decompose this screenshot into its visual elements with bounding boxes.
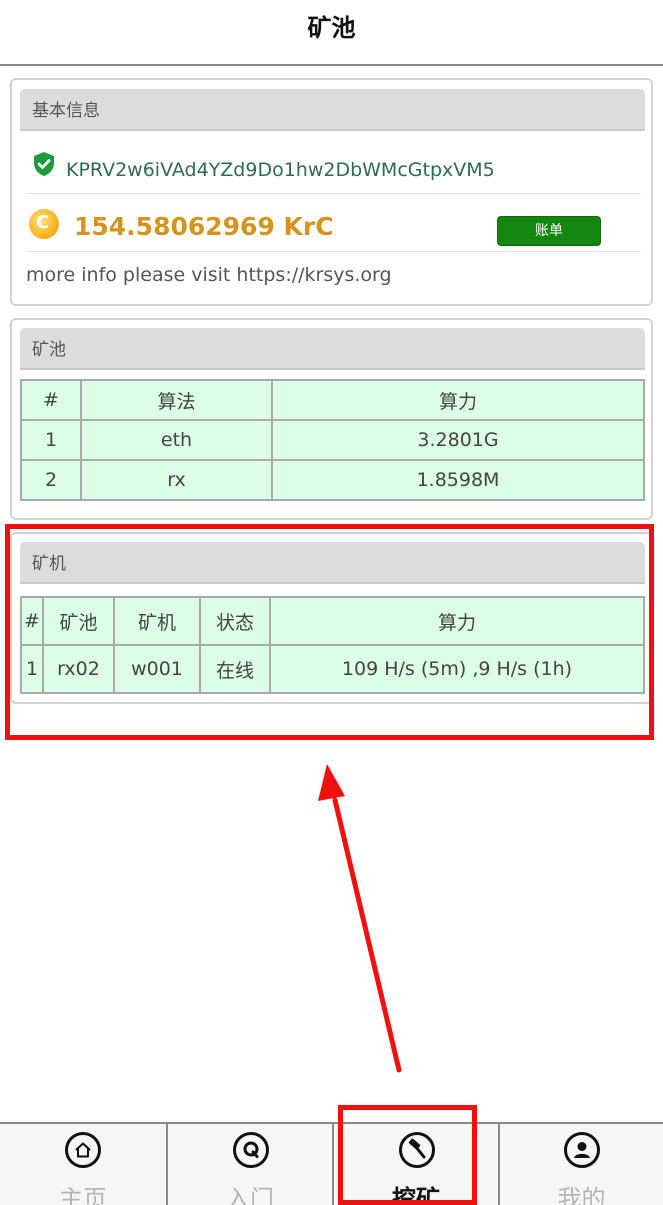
- tab-intro-label: 入门: [226, 1185, 274, 1205]
- tab-home-label: 主页: [59, 1185, 107, 1205]
- highlight-box-mining-tab: [338, 1105, 477, 1205]
- table-header-row: # 算法 算力: [20, 379, 645, 421]
- table-cell: 2: [20, 459, 82, 501]
- pool-panel: 矿池 # 算法 算力 1 eth 3.2801G 2 rx 1.8598M: [10, 318, 653, 520]
- bill-button[interactable]: 账单: [497, 216, 601, 246]
- tab-intro[interactable]: 入门: [166, 1124, 332, 1205]
- highlight-box-miner: [5, 524, 654, 740]
- user-icon: [564, 1132, 600, 1168]
- bottom-tab-bar: 主页 入门 挖矿 我的: [0, 1122, 663, 1205]
- info-panel-title: 基本信息: [32, 101, 100, 121]
- column-header: 算力: [271, 379, 645, 421]
- balance-row: C 154.58062969 KrC 账单: [26, 204, 641, 252]
- tab-profile-label: 我的: [557, 1185, 606, 1205]
- info-panel-header: 基本信息: [20, 89, 645, 131]
- column-header: 算法: [80, 379, 273, 421]
- more-info-text: more info please visit https://krsys.org: [26, 264, 392, 286]
- top-bar: 矿池: [0, 0, 663, 66]
- table-cell: 1.8598M: [271, 459, 645, 501]
- table-row: 1 eth 3.2801G: [20, 419, 645, 461]
- shield-check-icon: [34, 152, 54, 176]
- tab-home[interactable]: 主页: [0, 1124, 166, 1205]
- page-title: 矿池: [307, 14, 356, 42]
- pool-panel-title: 矿池: [32, 340, 66, 360]
- tab-profile[interactable]: 我的: [498, 1124, 663, 1205]
- q-icon: [233, 1132, 269, 1168]
- column-header: #: [20, 379, 82, 421]
- address-row: KPRV2w6iVAd4YZd9Do1hw2DbWMcGtpxVM5: [26, 150, 641, 194]
- home-icon: [65, 1132, 101, 1168]
- balance-value: 154.58062969 KrC: [74, 212, 334, 241]
- table-cell: 1: [20, 419, 82, 461]
- table-row: 2 rx 1.8598M: [20, 459, 645, 501]
- pool-panel-header: 矿池: [20, 328, 645, 370]
- wallet-address: KPRV2w6iVAd4YZd9Do1hw2DbWMcGtpxVM5: [66, 159, 495, 181]
- table-cell: eth: [80, 419, 273, 461]
- coin-icon: C: [29, 209, 59, 239]
- table-cell: rx: [80, 459, 273, 501]
- info-panel: 基本信息 KPRV2w6iVAd4YZd9Do1hw2DbWMcGtpxVM5 …: [10, 78, 653, 306]
- table-cell: 3.2801G: [271, 419, 645, 461]
- pool-table: # 算法 算力 1 eth 3.2801G 2 rx 1.8598M: [20, 379, 645, 501]
